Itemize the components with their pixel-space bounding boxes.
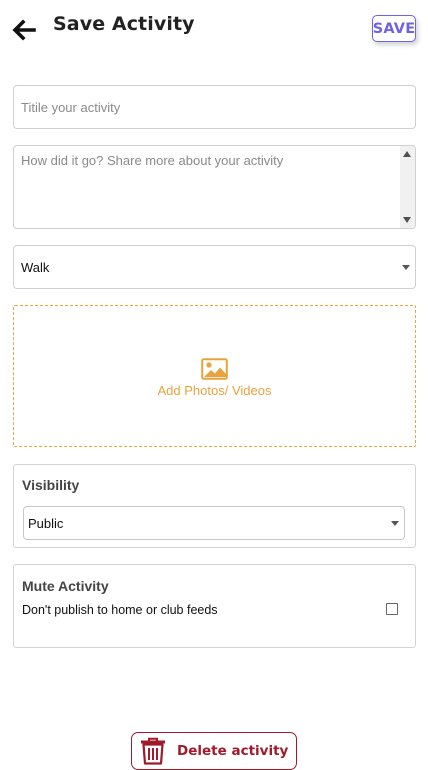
scroll-up-icon[interactable] bbox=[403, 151, 411, 157]
scroll-down-icon[interactable] bbox=[403, 217, 411, 223]
visibility-title: Visibility bbox=[22, 477, 80, 493]
title-input[interactable] bbox=[14, 86, 415, 128]
image-icon bbox=[201, 358, 228, 380]
activity-type-value: Walk bbox=[21, 259, 50, 275]
visibility-select[interactable]: Public bbox=[23, 506, 405, 540]
mute-section: Mute Activity Don't publish to home or c… bbox=[13, 564, 416, 648]
description-scrollbar[interactable] bbox=[400, 146, 415, 228]
description-field bbox=[13, 145, 416, 229]
page-title: Save Activity bbox=[53, 13, 195, 35]
mute-checkbox[interactable] bbox=[386, 603, 398, 615]
back-button[interactable] bbox=[10, 16, 38, 44]
delete-activity-label: Delete activity bbox=[177, 743, 289, 759]
add-media-label: Add Photos/ Videos bbox=[157, 383, 272, 398]
visibility-value: Public bbox=[28, 515, 64, 531]
delete-activity-button[interactable]: Delete activity bbox=[131, 732, 297, 770]
save-button[interactable]: SAVE bbox=[372, 15, 416, 42]
chevron-down-icon bbox=[391, 520, 399, 526]
description-input[interactable] bbox=[14, 146, 399, 228]
activity-type-select[interactable]: Walk bbox=[13, 245, 416, 289]
mute-description: Don't publish to home or club feeds bbox=[22, 603, 218, 617]
title-field bbox=[13, 85, 416, 129]
chevron-down-icon bbox=[402, 264, 410, 270]
add-media-dropzone[interactable]: Add Photos/ Videos bbox=[13, 305, 416, 447]
trash-icon bbox=[141, 737, 165, 765]
arrow-left-icon bbox=[12, 19, 36, 41]
mute-title: Mute Activity bbox=[22, 578, 109, 594]
visibility-section: Visibility Public bbox=[13, 464, 416, 548]
